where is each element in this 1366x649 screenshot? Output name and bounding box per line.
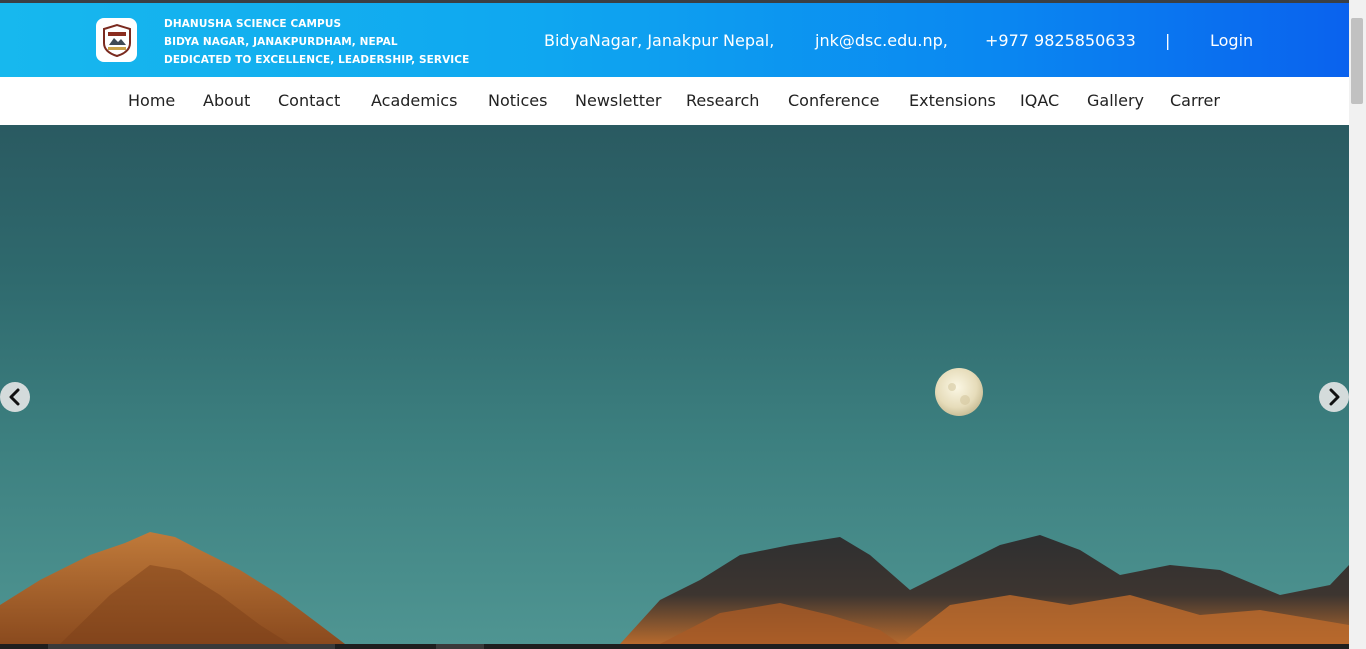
login-link[interactable]: Login	[1210, 31, 1253, 50]
hero-carousel	[0, 125, 1349, 644]
campus-motto: DEDICATED TO EXCELLENCE, LEADERSHIP, SER…	[164, 54, 470, 66]
top-header: DHANUSHA SCIENCE CAMPUS BIDYA NAGAR, JAN…	[0, 0, 1349, 77]
header-phone-link[interactable]: +977 9825850633	[985, 31, 1136, 50]
header-divider: |	[1165, 31, 1171, 50]
nav-item-academics[interactable]: Academics	[371, 91, 457, 110]
header-email-link[interactable]: jnk@dsc.edu.np,	[815, 31, 948, 50]
moon	[935, 368, 983, 416]
campus-name: DHANUSHA SCIENCE CAMPUS	[164, 18, 342, 30]
chevron-right-icon	[1329, 388, 1340, 406]
bottom-edge-strip	[0, 644, 1349, 649]
page: DHANUSHA SCIENCE CAMPUS BIDYA NAGAR, JAN…	[0, 0, 1349, 649]
campus-logo[interactable]	[96, 18, 137, 62]
bottom-strip-segment	[436, 644, 484, 649]
nav-item-research[interactable]: Research	[686, 91, 759, 110]
nav-item-carrer[interactable]: Carrer	[1170, 91, 1220, 110]
nav-item-contact[interactable]: Contact	[278, 91, 340, 110]
nav-item-notices[interactable]: Notices	[488, 91, 547, 110]
bottom-strip-segment	[48, 644, 335, 649]
nav-item-about[interactable]: About	[203, 91, 250, 110]
carousel-prev-button[interactable]	[0, 382, 30, 412]
nav-item-home[interactable]: Home	[128, 91, 175, 110]
nav-item-extensions[interactable]: Extensions	[909, 91, 996, 110]
main-nav: Home About Contact Academics Notices New…	[0, 77, 1349, 125]
campus-crest-icon	[102, 23, 131, 57]
scrollbar-thumb[interactable]	[1351, 18, 1363, 104]
campus-location: BIDYA NAGAR, JANAKPURDHAM, NEPAL	[164, 36, 398, 48]
hero-slide-image	[0, 368, 1349, 644]
chevron-left-icon	[9, 388, 20, 406]
vertical-scrollbar[interactable]	[1349, 0, 1366, 649]
campus-info: DHANUSHA SCIENCE CAMPUS BIDYA NAGAR, JAN…	[164, 15, 469, 69]
nav-item-newsletter[interactable]: Newsletter	[575, 91, 662, 110]
carousel-next-button[interactable]	[1319, 382, 1349, 412]
nav-item-iqac[interactable]: IQAC	[1020, 91, 1059, 110]
nav-item-gallery[interactable]: Gallery	[1087, 91, 1144, 110]
nav-item-conference[interactable]: Conference	[788, 91, 879, 110]
header-address: BidyaNagar, Janakpur Nepal,	[544, 31, 775, 50]
